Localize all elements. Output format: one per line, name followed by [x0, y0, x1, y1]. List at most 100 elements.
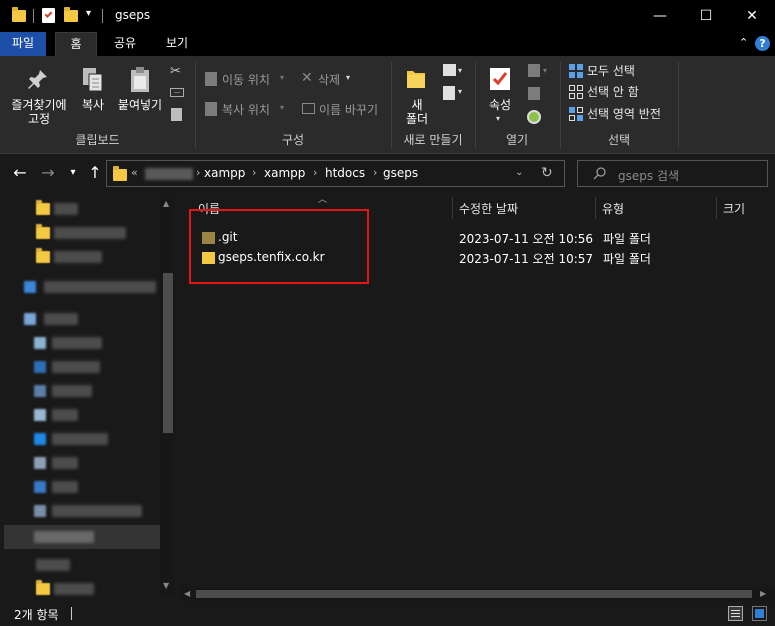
column-divider[interactable]	[595, 197, 596, 219]
horizontal-scrollbar-thumb[interactable]	[196, 590, 752, 598]
divider	[71, 607, 72, 620]
crumb-htdocs[interactable]: htdocs	[325, 166, 365, 180]
overflow-crumb[interactable]: «	[131, 166, 138, 179]
select-all-label: 모두 선택	[587, 64, 635, 78]
crumb-xampp-1[interactable]: xampp	[204, 166, 245, 180]
item-count: 2개 항목	[14, 608, 59, 622]
redacted-item[interactable]	[44, 281, 156, 293]
redacted-item[interactable]	[52, 409, 78, 421]
redacted-icon	[34, 505, 46, 517]
redacted-item[interactable]	[52, 481, 78, 493]
chevron-right-icon: ›	[373, 166, 378, 179]
redacted-item[interactable]	[54, 583, 94, 595]
redacted-item[interactable]	[52, 433, 108, 445]
navigation-pane[interactable]: ▲ ▼	[0, 193, 176, 602]
chevron-down-icon: ▾	[346, 73, 351, 82]
redacted-item[interactable]	[44, 313, 78, 325]
move-to-icon	[205, 72, 217, 86]
forward-arrow-icon[interactable]: →	[38, 164, 58, 182]
folder-icon	[113, 166, 127, 181]
file-modified: 2023-07-11 오전 10:57	[459, 252, 594, 266]
redacted-icon	[34, 409, 46, 421]
properties-quick-icon[interactable]	[42, 8, 55, 23]
column-header-size[interactable]: 크기	[723, 200, 745, 217]
copy-to-label: 복사 위치	[222, 103, 270, 117]
redacted-item[interactable]	[54, 251, 102, 263]
crumb-xampp-2[interactable]: xampp	[264, 166, 305, 180]
tab-share[interactable]: 공유	[105, 32, 145, 56]
open-group-label: 열기	[505, 133, 529, 147]
refresh-icon[interactable]: ↻	[541, 165, 553, 181]
redacted-item[interactable]	[54, 227, 126, 239]
selected-nav-item[interactable]	[4, 525, 160, 549]
redacted-item[interactable]	[54, 203, 78, 215]
history-icon[interactable]	[527, 110, 541, 124]
chevron-down-icon: ▾	[496, 114, 501, 123]
new-item-icon[interactable]	[443, 64, 456, 76]
column-header-modified[interactable]: 수정한 날짜	[459, 200, 518, 217]
customize-quick-access-icon[interactable]: ▾	[86, 8, 91, 19]
scroll-down-icon[interactable]: ▼	[163, 581, 169, 590]
redacted-icon	[34, 481, 46, 493]
edit-icon[interactable]	[528, 87, 540, 100]
title-bar: ▾ gseps — ☐ ✕	[0, 0, 775, 32]
new-group-label: 새로 만들기	[403, 133, 463, 147]
paste-shortcut-icon[interactable]	[171, 108, 182, 121]
address-bar[interactable]: « › xampp › xampp › htdocs › gseps ⌄ ↻	[106, 160, 565, 187]
up-arrow-icon[interactable]: ↑	[85, 164, 105, 182]
back-arrow-icon[interactable]: ←	[10, 164, 30, 182]
chevron-down-icon: ▾	[543, 66, 548, 75]
properties-icon	[490, 68, 510, 90]
tab-file[interactable]: 파일	[0, 32, 46, 56]
delete-icon: ✕	[301, 70, 313, 86]
recent-locations-icon[interactable]: ▾	[63, 164, 83, 182]
scroll-left-icon[interactable]: ◀	[184, 589, 190, 598]
paste-icon	[131, 67, 149, 92]
column-divider[interactable]	[452, 197, 453, 219]
chevron-right-icon: ›	[313, 166, 318, 179]
open-icon[interactable]	[528, 64, 540, 77]
details-view-icon[interactable]	[728, 606, 743, 621]
help-icon[interactable]: ?	[755, 36, 770, 51]
redacted-item[interactable]	[36, 559, 70, 571]
ribbon-tabs: 파일 홈 공유 보기 ⌃ ?	[0, 32, 775, 56]
close-button[interactable]: ✕	[729, 0, 775, 32]
file-type: 파일 폴더	[603, 252, 651, 266]
sort-ascending-icon: ︿	[318, 195, 328, 205]
column-header-type[interactable]: 유형	[602, 200, 624, 217]
redacted-item[interactable]	[52, 337, 102, 349]
file-modified: 2023-07-11 오전 10:56	[459, 232, 594, 246]
redacted-item[interactable]	[52, 361, 100, 373]
rename-icon	[302, 103, 315, 114]
navigation-bar: ← → ▾ ↑ « › xampp › xampp › htdocs › gse…	[0, 155, 775, 193]
folder-icon	[36, 200, 50, 215]
column-divider[interactable]	[716, 197, 717, 219]
copy-path-icon[interactable]: —	[170, 88, 184, 97]
crumb-gseps[interactable]: gseps	[383, 166, 418, 180]
redacted-item[interactable]	[52, 385, 92, 397]
redacted-item[interactable]	[52, 505, 142, 517]
collapse-ribbon-icon[interactable]: ⌃	[739, 36, 748, 49]
easy-access-icon[interactable]	[443, 86, 455, 100]
nav-scrollbar-thumb[interactable]	[163, 273, 173, 433]
maximize-button[interactable]: ☐	[683, 0, 729, 32]
move-to-label: 이동 위치	[222, 73, 270, 87]
chevron-right-icon: ›	[196, 166, 201, 179]
folder-icon	[36, 248, 50, 263]
cut-icon[interactable]: ✂	[170, 64, 181, 79]
scroll-up-icon[interactable]: ▲	[163, 199, 169, 208]
new-folder-quick-icon[interactable]	[64, 7, 78, 22]
search-input[interactable]: gseps 검색	[618, 167, 679, 184]
chevron-down-icon: ▾	[280, 73, 285, 82]
select-none-label: 선택 안 함	[587, 85, 639, 99]
scroll-right-icon[interactable]: ▶	[760, 589, 766, 598]
address-dropdown-icon[interactable]: ⌄	[515, 167, 523, 178]
tab-home[interactable]: 홈	[55, 32, 97, 56]
redacted-item[interactable]	[52, 457, 78, 469]
select-all-icon	[569, 64, 583, 78]
minimize-button[interactable]: —	[637, 0, 683, 32]
tab-view[interactable]: 보기	[156, 32, 198, 56]
search-box[interactable]: gseps 검색	[577, 160, 768, 187]
large-icons-view-icon[interactable]	[752, 606, 767, 621]
ribbon: 즐겨찾기에 고정 복사 붙여넣기 ✂ — 클립보드 이동 위치 ▾ 복사 위치 …	[0, 56, 775, 154]
